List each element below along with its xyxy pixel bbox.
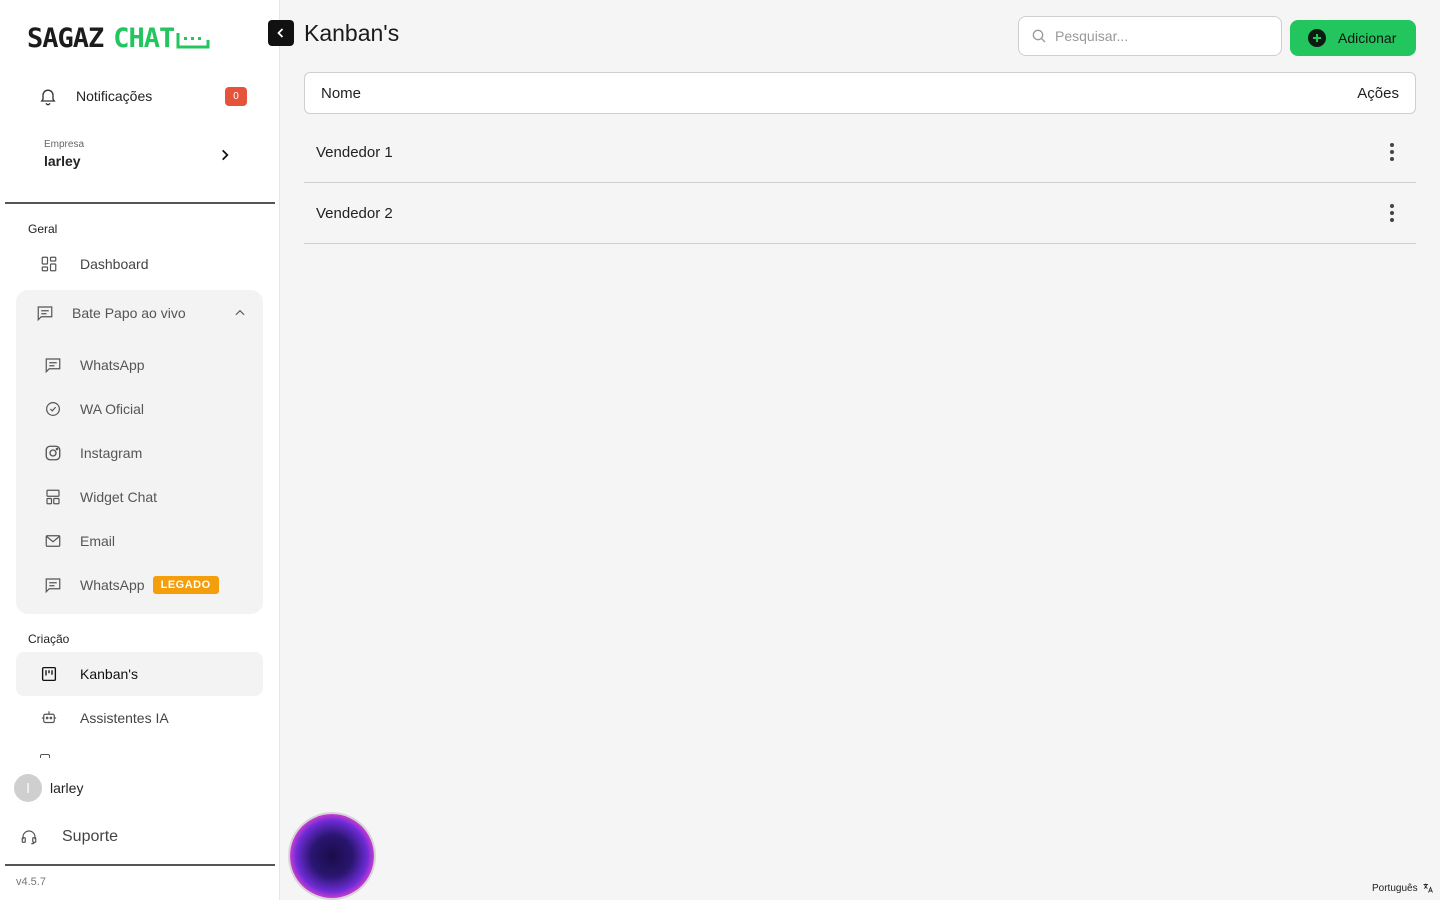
sidebar-item-label: WhatsApp <box>80 357 145 373</box>
sidebar-item-dashboard[interactable]: Dashboard <box>16 242 263 286</box>
table-header: Nome Ações <box>304 72 1416 114</box>
section-label-criacao: Criação <box>28 632 70 646</box>
more-vertical-icon[interactable] <box>1380 201 1404 225</box>
page-title: Kanban's <box>304 20 400 46</box>
add-button[interactable]: Adicionar <box>1290 20 1416 56</box>
ai-assistant-orb[interactable] <box>290 814 374 898</box>
table-row[interactable]: Vendedor 1 <box>304 122 1416 183</box>
plus-circle-icon <box>1308 29 1326 47</box>
sidebar-item-label: Instagram <box>80 445 143 461</box>
sidebar-item-wa-oficial[interactable]: WA Oficial <box>16 389 263 429</box>
notifications-count-badge: 0 <box>225 87 247 106</box>
brand-word-1: SAGAZ <box>27 23 104 54</box>
search-icon <box>1032 29 1046 43</box>
language-selector[interactable]: Português <box>1372 882 1434 894</box>
user-name: larley <box>50 780 84 796</box>
sidebar-item-assistants[interactable]: Assistentes IA <box>16 696 263 740</box>
robot-icon <box>41 711 57 724</box>
check-circle-icon <box>46 402 60 416</box>
support-label: Suporte <box>62 828 119 845</box>
row-name: Vendedor 2 <box>316 204 393 222</box>
live-chat-group: Bate Papo ao vivo WhatsApp WA Oficial In… <box>16 290 263 614</box>
legacy-badge: LEGADO <box>152 576 219 594</box>
sidebar-item-label: WhatsApp <box>80 577 145 593</box>
clipped-icon <box>40 754 50 758</box>
instagram-icon <box>45 445 61 461</box>
search-box[interactable] <box>1018 16 1282 56</box>
widget-icon <box>46 489 60 505</box>
sidebar-item-label: WA Oficial <box>80 401 145 417</box>
sidebar-item-whatsapp[interactable]: WhatsApp <box>16 345 263 385</box>
collapse-sidebar-button[interactable] <box>268 20 294 46</box>
notifications-item[interactable]: Notificações 0 <box>26 76 256 116</box>
sidebar-item-label: Assistentes IA <box>80 710 169 726</box>
support-link[interactable]: Suporte <box>20 828 118 846</box>
user-profile[interactable]: l larley <box>14 774 83 802</box>
sidebar-item-kanbans[interactable]: Kanban's <box>16 652 263 696</box>
live-chat-toggle[interactable]: Bate Papo ao vivo <box>16 290 263 336</box>
sidebar-item-whatsapp-legacy[interactable]: WhatsApp LEGADO <box>16 565 263 605</box>
sidebar-item-label: Kanban's <box>80 666 138 682</box>
sidebar-item-widget-chat[interactable]: Widget Chat <box>16 477 263 517</box>
column-header-name: Nome <box>321 84 362 102</box>
bell-icon <box>40 89 56 106</box>
search-input[interactable] <box>1055 28 1265 44</box>
chat-icon <box>45 578 61 594</box>
kanban-icon <box>41 666 57 682</box>
notifications-label: Notificações <box>76 88 153 104</box>
sidebar-divider <box>5 202 275 204</box>
headset-icon <box>21 830 37 845</box>
table-row[interactable]: Vendedor 2 <box>304 183 1416 244</box>
brand-logo[interactable]: SAGAZ CHAT <box>27 22 210 54</box>
translate-icon <box>1423 883 1433 893</box>
company-caption: Empresa <box>44 139 85 150</box>
sidebar-item-email[interactable]: Email <box>16 521 263 561</box>
section-label-geral: Geral <box>28 222 58 236</box>
company-name: larley <box>44 153 81 169</box>
column-header-actions: Ações <box>1357 84 1399 102</box>
brand-word-2: CHAT <box>113 23 175 54</box>
row-name: Vendedor 1 <box>316 143 393 161</box>
sidebar: SAGAZ CHAT Notificações 0 Empresa larley… <box>0 0 280 900</box>
sidebar-item-label: Widget Chat <box>80 489 158 505</box>
sidebar-item-label: Dashboard <box>80 256 149 272</box>
chevron-left-icon <box>277 28 284 38</box>
app-version: v4.5.7 <box>16 876 46 888</box>
chat-dots-icon <box>176 33 210 49</box>
mail-icon <box>45 535 61 547</box>
chevron-up-icon <box>235 309 245 316</box>
company-selector[interactable]: Empresa larley <box>26 132 246 180</box>
add-button-label: Adicionar <box>1338 30 1397 46</box>
dashboard-grid-icon <box>41 256 57 272</box>
sidebar-item-clipped <box>16 740 263 758</box>
sidebar-divider-bottom <box>5 864 275 866</box>
chat-icon <box>45 358 61 374</box>
chat-icon <box>37 306 53 322</box>
sidebar-item-label: Email <box>80 533 116 549</box>
avatar: l <box>14 774 42 802</box>
live-chat-label: Bate Papo ao vivo <box>72 305 186 321</box>
language-label: Português <box>1372 882 1418 894</box>
chevron-right-icon <box>222 149 229 161</box>
more-vertical-icon[interactable] <box>1380 140 1404 164</box>
sidebar-item-instagram[interactable]: Instagram <box>16 433 263 473</box>
